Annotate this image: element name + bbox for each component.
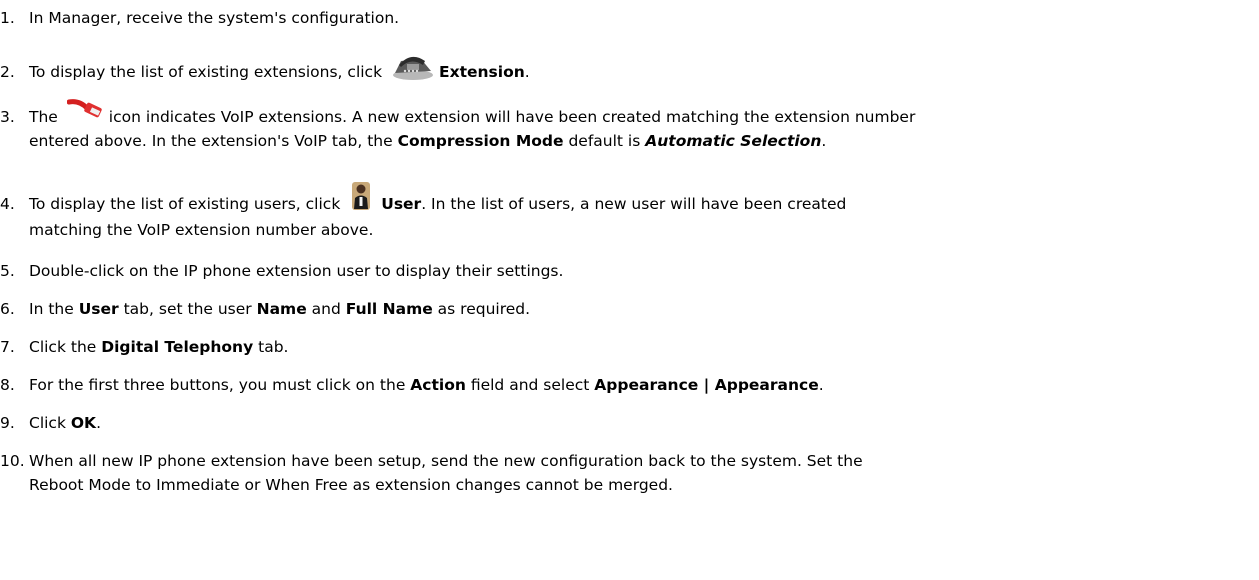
step-number: 1.	[0, 9, 15, 27]
step-text: For the first three buttons, you must cl…	[29, 376, 406, 394]
step-text: matching the VoIP extension number above…	[29, 221, 374, 239]
full-name-field-label: Full Name	[345, 300, 433, 318]
user-tab-label: User	[78, 300, 119, 318]
step-text: as required.	[437, 300, 531, 318]
name-field-label: Name	[256, 300, 307, 318]
punctuation: .	[821, 132, 827, 150]
step-number: 3.	[0, 108, 15, 126]
step-6: 6. In the User tab, set the user Name and…	[0, 297, 1255, 321]
appearance-option-label: Appearance | Appearance	[594, 376, 819, 394]
step-text: tab.	[258, 338, 289, 356]
step-text: In Manager, receive the system's configu…	[29, 9, 400, 27]
user-label: User	[381, 195, 422, 213]
step-4: 4. To display the list of existing users,…	[0, 181, 1255, 242]
step-number: 9.	[0, 414, 15, 432]
step-text: and	[311, 300, 341, 318]
step-1: 1. In Manager, receive the system's confi…	[0, 6, 1255, 30]
step-7: 7. Click the Digital Telephony tab.	[0, 335, 1255, 359]
step-number: 10.	[0, 452, 25, 470]
punctuation: .	[818, 376, 824, 394]
step-text: To display the list of existing users, c…	[29, 195, 341, 213]
automatic-selection-label: Automatic Selection	[645, 132, 822, 150]
step-text: default is	[568, 132, 641, 150]
step-number: 7.	[0, 338, 15, 356]
extension-label: Extension	[439, 63, 525, 81]
user-icon[interactable]	[351, 181, 371, 218]
network-cable-icon	[66, 98, 105, 127]
action-field-label: Action	[410, 376, 466, 394]
punctuation: .	[96, 414, 101, 432]
step-3: 3. The icon indicates VoIP extensions. A …	[0, 98, 1255, 153]
step-number: 4.	[0, 195, 15, 213]
step-number: 8.	[0, 376, 15, 394]
phone-icon[interactable]	[391, 53, 435, 88]
ok-label: OK	[70, 414, 97, 432]
step-number: 6.	[0, 300, 15, 318]
punctuation: .	[524, 63, 530, 81]
step-text: The	[29, 108, 58, 126]
step-text: tab, set the user	[123, 300, 252, 318]
step-text: Click the	[29, 338, 97, 356]
step-2: 2. To display the list of existing extens…	[0, 53, 1255, 88]
step-number: 5.	[0, 262, 15, 280]
step-10: 10. When all new IP phone extension have …	[0, 449, 1255, 497]
step-text: When all new IP phone extension have bee…	[29, 452, 863, 470]
digital-telephony-tab-label: Digital Telephony	[101, 338, 254, 356]
step-9: 9. Click OK.	[0, 411, 1255, 435]
step-text: Click	[29, 414, 66, 432]
step-text: . In the list of users, a new user will …	[421, 195, 847, 213]
step-text: Double-click on the IP phone extension u…	[29, 262, 564, 280]
step-text: field and select	[470, 376, 590, 394]
step-text: In the	[29, 300, 74, 318]
step-5: 5. Double-click on the IP phone extension…	[0, 259, 1255, 283]
step-text: Reboot Mode to Immediate or When Free as…	[29, 476, 673, 494]
step-8: 8. For the first three buttons, you must …	[0, 373, 1255, 397]
step-text: icon indicates VoIP extensions. A new ex…	[108, 108, 916, 126]
compression-mode-label: Compression Mode	[397, 132, 564, 150]
step-number: 2.	[0, 63, 15, 81]
step-text: entered above. In the extension's VoIP t…	[29, 132, 393, 150]
step-text: To display the list of existing extensio…	[29, 63, 383, 81]
